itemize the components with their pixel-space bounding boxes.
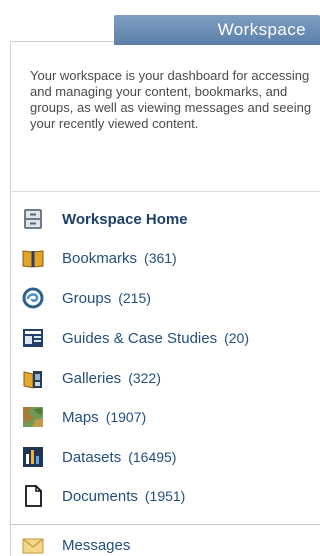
nav-count-bookmarks: (361)	[144, 250, 177, 266]
nav-label-maps: Maps	[62, 408, 99, 426]
nav-count-guides: (20)	[224, 330, 249, 346]
nav-label-datasets: Datasets	[62, 448, 122, 466]
nav-item-messages[interactable]: Messages	[22, 532, 130, 556]
groups-icon	[22, 287, 44, 309]
nav-item-workspace-home[interactable]: Workspace Home	[22, 206, 188, 232]
divider	[10, 191, 320, 192]
workspace-description: Your workspace is your dashboard for acc…	[30, 68, 312, 131]
nav-label-groups: Groups	[62, 289, 112, 307]
nav-item-documents[interactable]: Documents (1951)	[22, 483, 185, 509]
nav-label-galleries: Galleries	[62, 369, 122, 387]
cabinet-icon	[22, 208, 44, 230]
nav-count-documents: (1951)	[144, 488, 186, 504]
nav-item-galleries[interactable]: Galleries (322)	[22, 365, 161, 391]
workspace-tab[interactable]: Workspace	[114, 15, 320, 45]
nav-count-datasets: (16495)	[128, 449, 177, 465]
nav-item-maps[interactable]: Maps (1907)	[22, 404, 146, 430]
divider	[10, 524, 320, 525]
envelope-icon	[22, 534, 44, 556]
nav-label-guides: Guides & Case Studies	[62, 329, 218, 347]
document-icon	[22, 485, 44, 507]
nav-label-documents: Documents	[62, 487, 138, 505]
guide-icon	[22, 327, 44, 349]
workspace-tab-label: Workspace	[217, 20, 306, 39]
nav-count-groups: (215)	[118, 290, 151, 306]
book-icon	[22, 247, 44, 269]
nav-count-galleries: (322)	[128, 370, 161, 386]
nav-item-guides[interactable]: Guides & Case Studies (20)	[22, 325, 249, 351]
nav-item-groups[interactable]: Groups (215)	[22, 285, 151, 311]
map-icon	[22, 406, 44, 428]
nav-label-messages: Messages	[62, 536, 131, 554]
nav-item-datasets[interactable]: Datasets (16495)	[22, 444, 176, 470]
nav-count-maps: (1907)	[105, 409, 147, 425]
nav-label-workspace-home: Workspace Home	[62, 210, 188, 228]
gallery-icon	[22, 367, 44, 389]
nav-item-bookmarks[interactable]: Bookmarks (361)	[22, 245, 177, 271]
chart-icon	[22, 446, 44, 468]
nav-label-bookmarks: Bookmarks	[62, 249, 138, 267]
